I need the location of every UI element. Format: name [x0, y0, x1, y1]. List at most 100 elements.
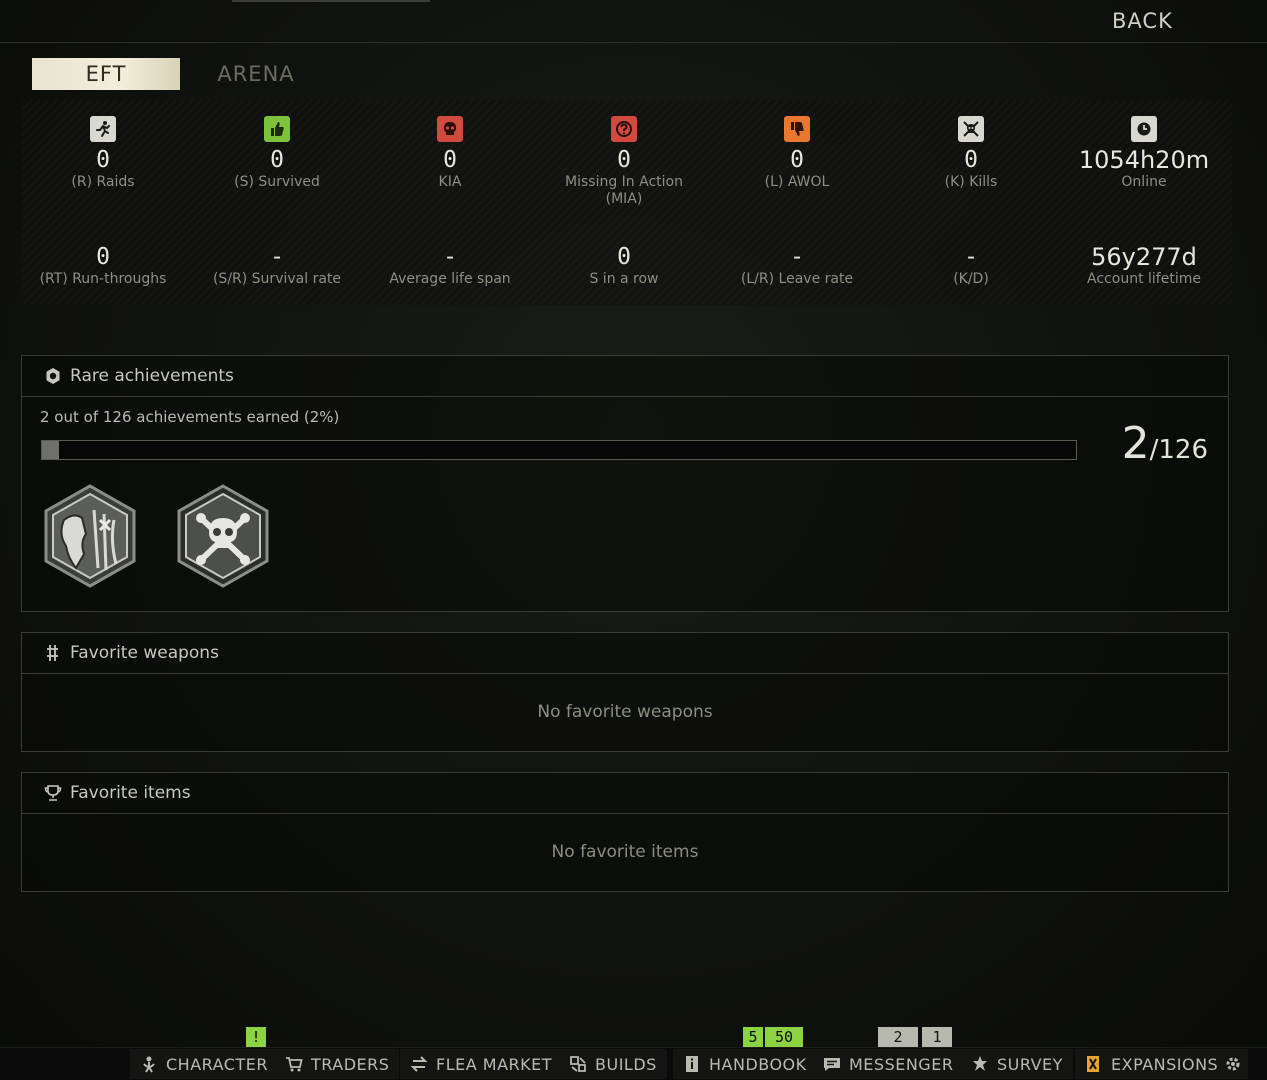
- stat-label: Online: [1121, 174, 1167, 190]
- achievements-progress-bar: [41, 440, 1077, 460]
- stat-average-life-span: - Average life span: [370, 245, 530, 288]
- nav-label: TRADERS: [311, 1054, 390, 1074]
- stat-raids: 0 (R) Raids: [23, 116, 183, 191]
- nav-label: BUILDS: [595, 1054, 657, 1074]
- stat-value: 0: [96, 244, 110, 270]
- exchange-icon: [410, 1055, 428, 1073]
- stat-kills: 0 (K) Kills: [891, 116, 1051, 191]
- stat-value: 1054h20m: [1078, 146, 1210, 174]
- stat-leave-rate: - (L/R) Leave rate: [717, 245, 877, 288]
- stat-account-lifetime: 56y277d Account lifetime: [1064, 245, 1224, 288]
- stat-label: Missing In Action: [565, 174, 683, 190]
- notification-badge-handbook: 5: [743, 1027, 763, 1047]
- stat-label: (L) AWOL: [764, 174, 830, 190]
- stat-label-secondary: (MIA): [605, 191, 643, 207]
- survey-icon: [971, 1055, 989, 1073]
- nav-traders[interactable]: TRADERS: [275, 1049, 400, 1079]
- stat-label: (K/D): [953, 271, 989, 287]
- stat-value: 0: [443, 147, 457, 173]
- stat-label: (R) Raids: [71, 174, 135, 190]
- stat-value: 0: [270, 147, 284, 173]
- favorite-items-empty: No favorite items: [551, 842, 699, 862]
- stat-online: 1054h20m Online: [1064, 116, 1224, 191]
- tab-arena[interactable]: ARENA: [200, 58, 312, 90]
- stats-panel: 0 (R) Raids 0 (S) Survived 0 KIA 0 Missi…: [22, 100, 1232, 305]
- tab-eft[interactable]: EFT: [32, 58, 180, 90]
- message-icon: [823, 1055, 841, 1073]
- favorite-weapons-header: Favorite weapons: [22, 633, 1228, 674]
- nav-expansions[interactable]: EXPANSIONS: [1075, 1049, 1229, 1079]
- stat-label: (K) Kills: [944, 174, 998, 190]
- stat-label: (S/R) Survival rate: [212, 271, 342, 287]
- favorite-items-panel: Favorite items No favorite items: [21, 772, 1229, 892]
- info-icon: [683, 1055, 701, 1073]
- trophy-icon: [44, 784, 62, 802]
- header-divider: [0, 42, 1267, 43]
- stat-label: S in a row: [589, 271, 659, 287]
- notification-badge-survey: 2: [878, 1027, 918, 1047]
- achievement-gear-icon: [44, 367, 62, 385]
- stat-value: -: [790, 244, 804, 270]
- achievement-beast-badge-icon[interactable]: [44, 484, 136, 588]
- stat-value: 0: [617, 147, 631, 173]
- favorite-items-header: Favorite items: [22, 773, 1228, 814]
- achievements-title: Rare achievements: [70, 366, 234, 386]
- stat-value: 56y277d: [1091, 243, 1197, 271]
- nav-survey[interactable]: SURVEY: [961, 1049, 1073, 1079]
- notification-badge-messenger: 50: [765, 1027, 803, 1047]
- nav-label: FLEA MARKET: [436, 1054, 552, 1074]
- builds-icon: [569, 1055, 587, 1073]
- stat-run-throughs: 0 (RT) Run-throughs: [23, 245, 183, 288]
- achievements-progress-fill: [42, 441, 59, 459]
- nav-character[interactable]: CHARACTER: [130, 1049, 278, 1079]
- nav-settings[interactable]: [1218, 1049, 1248, 1079]
- nav-handbook[interactable]: HANDBOOK: [673, 1049, 817, 1079]
- stat-label: Average life span: [389, 271, 511, 287]
- stat-value: 0: [617, 244, 631, 270]
- nav-builds[interactable]: BUILDS: [559, 1049, 667, 1079]
- stat-survived: 0 (S) Survived: [197, 116, 357, 191]
- thumbs-up-icon: [264, 116, 290, 142]
- notification-badge-friends: 1: [922, 1027, 952, 1047]
- stat-value: 0: [96, 147, 110, 173]
- achievements-progress-text: 2 out of 126 achievements earned (2%): [40, 408, 340, 426]
- character-icon: [140, 1055, 158, 1073]
- stat-label: (L/R) Leave rate: [740, 271, 854, 287]
- stat-label: (RT) Run-throughs: [39, 271, 167, 287]
- stat-mia: 0 Missing In Action (MIA): [544, 116, 704, 208]
- weapon-icon: [44, 644, 62, 662]
- nav-label: SURVEY: [997, 1054, 1063, 1074]
- stat-survival-rate: - (S/R) Survival rate: [197, 245, 357, 288]
- expansions-icon: [1085, 1055, 1103, 1073]
- achievement-skull-badge-icon[interactable]: [177, 484, 269, 588]
- nav-label: MESSENGER: [849, 1054, 954, 1074]
- favorite-weapons-empty: No favorite weapons: [537, 702, 713, 722]
- stat-value: -: [443, 244, 457, 270]
- stat-label: (S) Survived: [234, 174, 320, 190]
- stat-kia: 0 KIA: [370, 116, 530, 191]
- skull-crossbones-icon: [958, 116, 984, 142]
- stat-survived-in-a-row: 0 S in a row: [544, 245, 704, 288]
- achievements-count: 2/126: [1122, 418, 1208, 469]
- stat-label: Account lifetime: [1087, 271, 1201, 287]
- achievements-earned: 2: [1121, 418, 1150, 469]
- favorite-items-title: Favorite items: [70, 783, 191, 803]
- top-edge-notch: [232, 0, 430, 2]
- cart-icon: [285, 1055, 303, 1073]
- notification-badge-character: !: [246, 1027, 266, 1047]
- stat-value: -: [270, 244, 284, 270]
- nav-label: CHARACTER: [166, 1054, 268, 1074]
- clock-icon: [1131, 116, 1157, 142]
- back-button[interactable]: BACK: [1112, 9, 1173, 33]
- achievements-panel: Rare achievements 2 out of 126 achieveme…: [21, 355, 1229, 612]
- stat-value: -: [964, 244, 978, 270]
- nav-label: HANDBOOK: [709, 1054, 807, 1074]
- achievements-total: /126: [1149, 435, 1208, 465]
- favorite-weapons-title: Favorite weapons: [70, 643, 219, 663]
- question-icon: [611, 116, 637, 142]
- stat-value: 0: [790, 147, 804, 173]
- settings-icon: [1224, 1055, 1242, 1073]
- nav-flea-market[interactable]: FLEA MARKET: [400, 1049, 562, 1079]
- favorite-weapons-panel: Favorite weapons No favorite weapons: [21, 632, 1229, 752]
- nav-messenger[interactable]: MESSENGER: [813, 1049, 964, 1079]
